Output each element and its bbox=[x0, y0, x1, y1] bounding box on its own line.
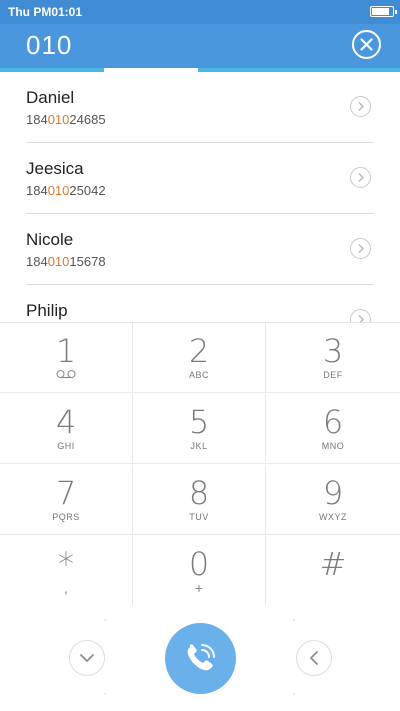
separator-dot bbox=[104, 693, 106, 695]
key-letters: PQRS bbox=[52, 512, 80, 522]
separator-dot bbox=[293, 693, 295, 695]
contact-name: Philip bbox=[26, 301, 68, 320]
key-sub: , bbox=[64, 580, 68, 596]
contact-detail-button[interactable] bbox=[350, 96, 371, 117]
separator-dot bbox=[293, 619, 295, 621]
key-digit: 0 bbox=[188, 545, 210, 583]
contact-list[interactable]: Daniel 18401024685 Jeesica 18401025042 N… bbox=[0, 72, 400, 322]
collapse-keypad-button[interactable] bbox=[69, 640, 105, 676]
contact-number: 18401025042 bbox=[26, 183, 106, 198]
key-letters: ABC bbox=[188, 370, 209, 380]
key-letters: JKL bbox=[190, 441, 208, 451]
key-digit: 3 bbox=[322, 332, 344, 370]
dialed-number: 010 bbox=[26, 30, 73, 60]
dial-actions bbox=[0, 605, 400, 711]
chevron-right-icon bbox=[358, 244, 364, 253]
contact-row[interactable]: Jeesica 18401025042 bbox=[0, 143, 400, 214]
backspace-button[interactable] bbox=[296, 640, 332, 676]
phone-call-icon bbox=[187, 644, 215, 671]
separator-dot bbox=[104, 619, 106, 621]
status-time: Thu PM01:01 bbox=[8, 5, 83, 19]
match-highlight: 010 bbox=[47, 183, 70, 198]
match-highlight: 010 bbox=[47, 112, 70, 127]
key-digit: * bbox=[58, 545, 74, 583]
key-digit: 9 bbox=[322, 474, 344, 512]
key-sub: + bbox=[194, 580, 204, 596]
contact-detail-button[interactable] bbox=[350, 167, 371, 188]
key-star[interactable]: * , bbox=[0, 536, 133, 606]
key-digit: 2 bbox=[188, 332, 210, 370]
chevron-down-icon bbox=[80, 654, 94, 662]
contact-number: 18401015678 bbox=[26, 254, 106, 269]
chevron-left-icon bbox=[310, 651, 318, 665]
key-letters: GHI bbox=[57, 441, 75, 451]
key-letters: TUV bbox=[189, 512, 209, 522]
key-2[interactable]: 2 ABC bbox=[133, 323, 266, 393]
clear-button[interactable] bbox=[352, 30, 381, 59]
call-button[interactable] bbox=[165, 623, 236, 694]
contact-name: Daniel bbox=[26, 88, 75, 107]
status-bar: Thu PM01:01 bbox=[0, 0, 400, 24]
key-9[interactable]: 9 WXYZ bbox=[266, 465, 400, 535]
chevron-right-icon bbox=[358, 315, 364, 322]
contact-detail-button[interactable] bbox=[350, 309, 371, 322]
match-highlight: 010 bbox=[47, 254, 70, 269]
contact-name: Jeesica bbox=[26, 159, 84, 178]
key-letters: MNO bbox=[321, 441, 345, 451]
contact-row[interactable]: Philip bbox=[0, 285, 400, 322]
dial-header: 010 bbox=[0, 24, 400, 68]
key-6[interactable]: 6 MNO bbox=[266, 394, 400, 464]
key-digit: 8 bbox=[188, 474, 210, 512]
key-letters: WXYZ bbox=[319, 512, 347, 522]
key-digit: 1 bbox=[55, 332, 77, 370]
contact-detail-button[interactable] bbox=[350, 238, 371, 259]
contact-row[interactable]: Nicole 18401015678 bbox=[0, 214, 400, 285]
chevron-right-icon bbox=[358, 102, 364, 111]
contact-row[interactable]: Daniel 18401024685 bbox=[0, 72, 400, 143]
key-5[interactable]: 5 JKL bbox=[133, 394, 266, 464]
close-icon bbox=[360, 38, 373, 51]
battery-icon bbox=[370, 6, 397, 17]
key-4[interactable]: 4 GHI bbox=[0, 394, 133, 464]
key-8[interactable]: 8 TUV bbox=[133, 465, 266, 535]
key-digit: 6 bbox=[322, 403, 344, 441]
key-digit: 7 bbox=[55, 474, 77, 512]
chevron-right-icon bbox=[358, 173, 364, 182]
key-letters: DEF bbox=[323, 370, 343, 380]
key-7[interactable]: 7 PQRS bbox=[0, 465, 133, 535]
voicemail-icon bbox=[56, 369, 76, 379]
key-hash[interactable]: # bbox=[266, 536, 400, 606]
key-1[interactable]: 1 bbox=[0, 323, 133, 393]
key-digit: 5 bbox=[188, 403, 210, 441]
contact-name: Nicole bbox=[26, 230, 74, 249]
key-digit: # bbox=[319, 545, 347, 583]
dial-keypad: 1 2 ABC 3 DEF 4 GHI 5 JKL 6 MNO 7 PQRS 8… bbox=[0, 322, 400, 606]
key-digit: 4 bbox=[55, 403, 77, 441]
contact-number: 18401024685 bbox=[26, 112, 106, 127]
key-0[interactable]: 0 + bbox=[133, 536, 266, 606]
key-3[interactable]: 3 DEF bbox=[266, 323, 400, 393]
